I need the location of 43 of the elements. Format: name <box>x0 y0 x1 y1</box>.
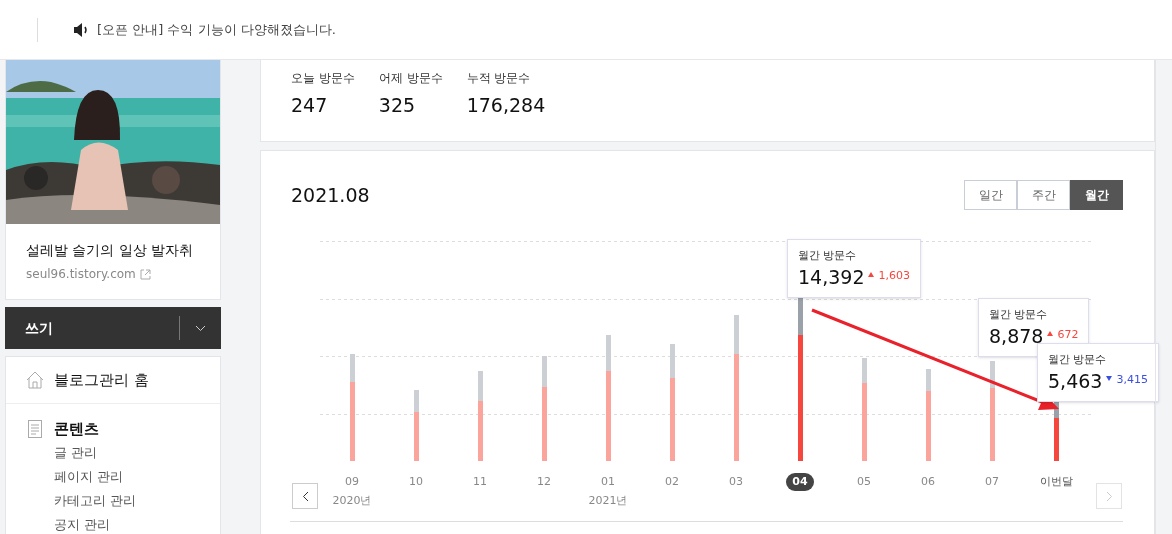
section-title: 콘텐츠 <box>54 419 99 440</box>
period-tab[interactable]: 일간 <box>964 180 1017 210</box>
stat-value: 247 <box>291 93 329 118</box>
year-label: 2020년 <box>332 493 372 509</box>
menu-item[interactable]: 페이지 관리 <box>54 464 200 489</box>
blog-url[interactable]: seul96.tistory.com <box>26 265 136 283</box>
change-text: 3,415 <box>1116 371 1148 388</box>
notice-text[interactable]: [오픈 안내] 수익 기능이 다양해졌습니다. <box>97 19 336 40</box>
blog-title[interactable]: 설레발 슬기의 일상 발자취 <box>26 240 200 261</box>
month-label[interactable]: 03 <box>723 473 749 491</box>
change-text: 672 <box>1057 326 1079 343</box>
tooltip-value: 5,463 <box>1048 368 1103 393</box>
month-label[interactable]: 09 <box>339 473 365 491</box>
stat-value: 325 <box>378 93 417 118</box>
month-label[interactable]: 11 <box>467 473 493 491</box>
write-button[interactable]: 쓰기 <box>5 307 221 349</box>
month-label[interactable]: 01 <box>595 473 621 491</box>
menu-item[interactable]: 공지 관리 <box>54 512 200 534</box>
stat-value: 176,284 <box>466 93 546 118</box>
month-label[interactable]: 07 <box>979 473 1005 491</box>
menu-item[interactable]: 블로그관리 홈 <box>54 368 149 392</box>
tooltip-value: 14,392 <box>798 264 865 289</box>
tooltip-value: 8,878 <box>989 323 1044 348</box>
period-tab[interactable]: 월간 <box>1070 180 1123 210</box>
month-label[interactable]: 이번달 <box>1033 473 1079 491</box>
year-label: 2021년 <box>588 493 628 509</box>
tooltip-title: 월간 방문수 <box>1048 352 1108 368</box>
tooltip-title: 월간 방문수 <box>798 248 858 264</box>
stat-label: 어제 방문수 <box>378 70 443 87</box>
month-label[interactable]: 02 <box>659 473 685 491</box>
menu-item[interactable]: 카테고리 관리 <box>54 488 200 513</box>
month-label[interactable]: 12 <box>531 473 557 491</box>
period-tab[interactable]: 주간 <box>1017 180 1070 210</box>
month-label[interactable]: 06 <box>915 473 941 491</box>
change-text: 1,603 <box>878 267 910 284</box>
month-label[interactable]: 10 <box>403 473 429 491</box>
month-label[interactable]: 05 <box>851 473 877 491</box>
tooltip-title: 월간 방문수 <box>989 307 1049 323</box>
period-title: 2021.08 <box>291 182 370 208</box>
stat-label: 누적 방문수 <box>466 70 532 87</box>
month-label[interactable]: 04 <box>786 473 814 491</box>
stat-label: 오늘 방문수 <box>291 70 355 87</box>
menu-item[interactable]: 글 관리 <box>54 440 200 465</box>
